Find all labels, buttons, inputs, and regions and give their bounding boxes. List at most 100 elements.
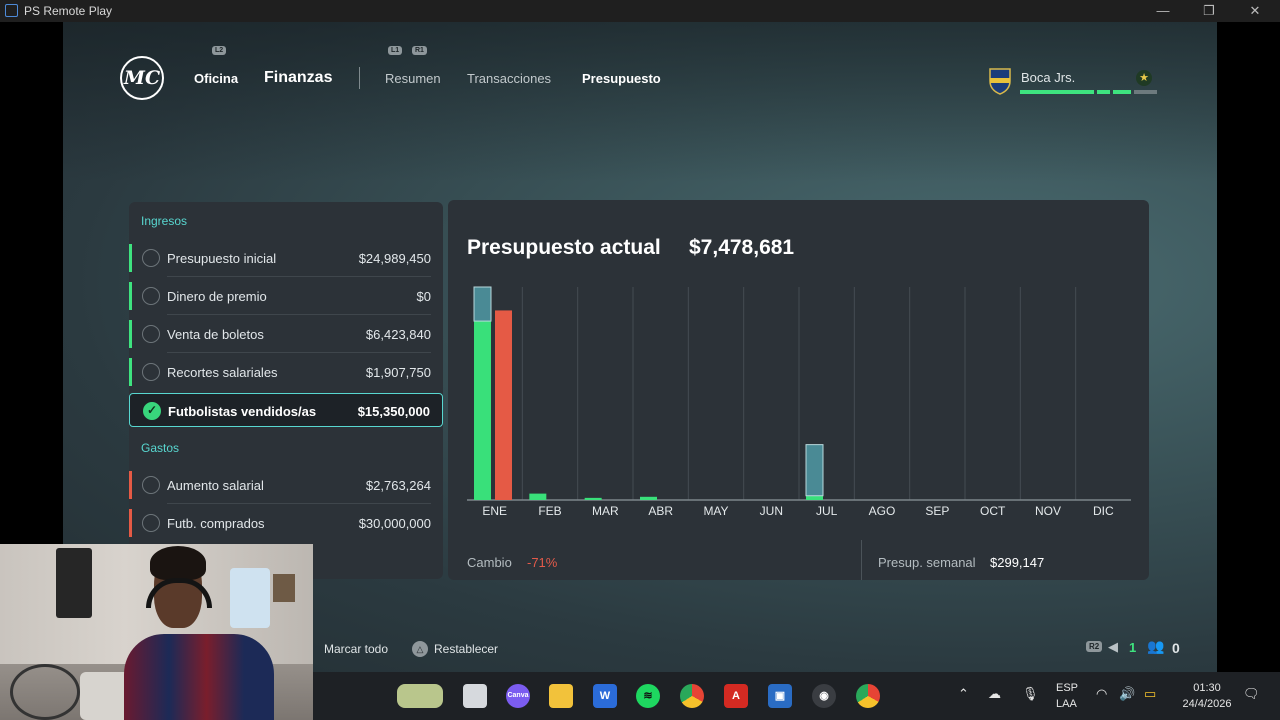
tray-overflow-icon[interactable]: ⌃: [958, 686, 969, 702]
restore-button[interactable]: ❐: [1186, 1, 1232, 21]
month-label-jun: JUN: [760, 504, 783, 518]
row-label: Recortes salariales: [167, 365, 278, 380]
club-name: Boca Jrs.: [1021, 70, 1076, 85]
bar-gastos-ene: [495, 310, 512, 500]
tab-oficina[interactable]: Oficina: [194, 71, 238, 86]
ingreso-row[interactable]: Dinero de premio $0: [129, 279, 443, 315]
row-label: Futbolistas vendidos/as: [168, 404, 317, 419]
fan: [10, 664, 80, 720]
check-icon[interactable]: ✓: [143, 402, 161, 420]
bar-saldo-jul: [805, 444, 824, 497]
ingreso-row[interactable]: Venta de boletos $6,423,840: [129, 317, 443, 353]
weekly-budget-value: $299,147: [990, 555, 1045, 570]
volume-icon[interactable]: 🔊: [1119, 686, 1135, 702]
folder-icon[interactable]: [549, 684, 573, 708]
row-value: $0: [416, 289, 431, 304]
remote-play-icon[interactable]: ▣: [768, 684, 792, 708]
checkbox-icon[interactable]: [142, 287, 160, 305]
checkbox-icon[interactable]: [142, 514, 160, 532]
window-titlebar: PS Remote Play — ❐ ✕: [0, 0, 1280, 22]
speaker-icon: ◀: [1108, 639, 1118, 654]
gasto-row[interactable]: Futb. comprados $30,000,000: [129, 506, 443, 540]
gastos-heading: Gastos: [141, 441, 180, 455]
month-label-dic: DIC: [1093, 504, 1114, 518]
minimize-button[interactable]: —: [1140, 1, 1186, 21]
row-value: $24,989,450: [358, 251, 431, 266]
battery-icon[interactable]: ▭: [1144, 686, 1156, 702]
keyboard-layout[interactable]: LAA: [1056, 698, 1077, 710]
ingreso-row-selected[interactable]: ✓ Futbolistas vendidos/as $15,350,000: [129, 393, 443, 427]
income-marker: [129, 282, 132, 310]
obs-icon[interactable]: ◉: [812, 684, 836, 708]
weekly-budget-label: Presup. semanal: [878, 555, 976, 570]
chrome-icon[interactable]: [680, 684, 704, 708]
reset-hint[interactable]: Restablecer: [434, 642, 498, 656]
notifications-icon[interactable]: 🗨: [1243, 686, 1260, 702]
mark-all-hint[interactable]: Marcar todo: [324, 642, 388, 656]
budget-items-panel: Ingresos Presupuesto inicial $24,989,450…: [129, 202, 443, 579]
budget-chart: ENE FEB MAR ABR MAY JUN JUL AGO SEP OCT NOV DIC: [467, 286, 1131, 518]
input-language[interactable]: ESP: [1056, 682, 1078, 694]
bar-ingresos-ene: [474, 321, 491, 500]
clock-time[interactable]: 01:30: [1179, 682, 1235, 694]
l1-button-hint: L1: [388, 46, 403, 55]
spotify-icon[interactable]: ≋: [636, 684, 660, 708]
onedrive-icon[interactable]: ☁: [988, 686, 1001, 702]
gasto-row[interactable]: Aumento salarial $2,763,264: [129, 468, 443, 504]
ingreso-row[interactable]: Presupuesto inicial $24,989,450: [129, 241, 443, 277]
subtab-transacciones[interactable]: Transacciones: [467, 71, 551, 86]
month-label-ene: ENE: [482, 504, 507, 518]
budget-chart-panel: Presupuesto actual $7,478,681 ENE FEB MAR A…: [448, 200, 1149, 580]
remote-play-app-icon: [5, 4, 18, 17]
clock-date[interactable]: 24/4/2026: [1179, 698, 1235, 710]
month-label-nov: NOV: [1035, 504, 1061, 518]
l2-button-hint: L2: [212, 46, 227, 55]
ingresos-heading: Ingresos: [141, 214, 188, 228]
windows-taskbar: Canva W ≋ A ▣ ◉ ⌃ ☁ 🎙 ESP LAA ◠ 🔊 ▭ 01:3…: [313, 672, 1280, 720]
subtab-resumen[interactable]: Resumen: [385, 71, 441, 86]
month-label-sep: SEP: [925, 504, 949, 518]
microphone-icon[interactable]: 🎙: [1022, 686, 1039, 702]
checkbox-icon[interactable]: [142, 363, 160, 381]
row-label: Dinero de premio: [167, 289, 267, 304]
subtab-presupuesto[interactable]: Presupuesto: [582, 71, 661, 86]
close-button[interactable]: ✕: [1232, 1, 1278, 21]
webcam-overlay: [0, 544, 313, 720]
checkbox-icon[interactable]: [142, 325, 160, 343]
month-label-abr: ABR: [648, 504, 673, 518]
tab-finanzas[interactable]: Finanzas: [264, 69, 332, 87]
ingreso-row[interactable]: Recortes salariales $1,907,750: [129, 355, 443, 389]
bar-ingresos-jul: [806, 495, 823, 500]
month-label-mar: MAR: [592, 504, 619, 518]
weather-widget-icon[interactable]: [397, 684, 443, 708]
r1-button-hint: R1: [412, 46, 427, 55]
row-divider: [167, 276, 431, 277]
bar-saldo-ene: [473, 286, 492, 322]
word-icon[interactable]: W: [593, 684, 617, 708]
month-label-may: MAY: [703, 504, 728, 518]
row-divider: [167, 352, 431, 353]
chrome-icon[interactable]: [856, 684, 880, 708]
club-progress-segment: [1113, 90, 1131, 94]
checkbox-icon[interactable]: [142, 249, 160, 267]
person-hair: [150, 546, 206, 580]
acrobat-icon[interactable]: A: [724, 684, 748, 708]
r2-button-hint: R2: [1086, 641, 1103, 652]
club-progress-segment: [1134, 90, 1157, 94]
expense-marker: [129, 509, 132, 537]
income-marker: [129, 358, 132, 386]
wifi-icon[interactable]: ◠: [1096, 686, 1107, 702]
row-divider: [167, 503, 431, 504]
income-marker: [129, 320, 132, 348]
row-value: $1,907,750: [365, 365, 431, 380]
row-value: $30,000,000: [358, 516, 431, 531]
file-explorer-icon[interactable]: [463, 684, 487, 708]
canva-icon[interactable]: Canva: [506, 684, 530, 708]
row-divider: [167, 314, 431, 315]
row-label: Presupuesto inicial: [167, 251, 277, 266]
hanging-jersey: [56, 548, 92, 618]
checkbox-icon[interactable]: [142, 476, 160, 494]
window-title: PS Remote Play: [24, 4, 113, 18]
month-label-ago: AGO: [869, 504, 896, 518]
count-b: 0: [1172, 640, 1180, 656]
